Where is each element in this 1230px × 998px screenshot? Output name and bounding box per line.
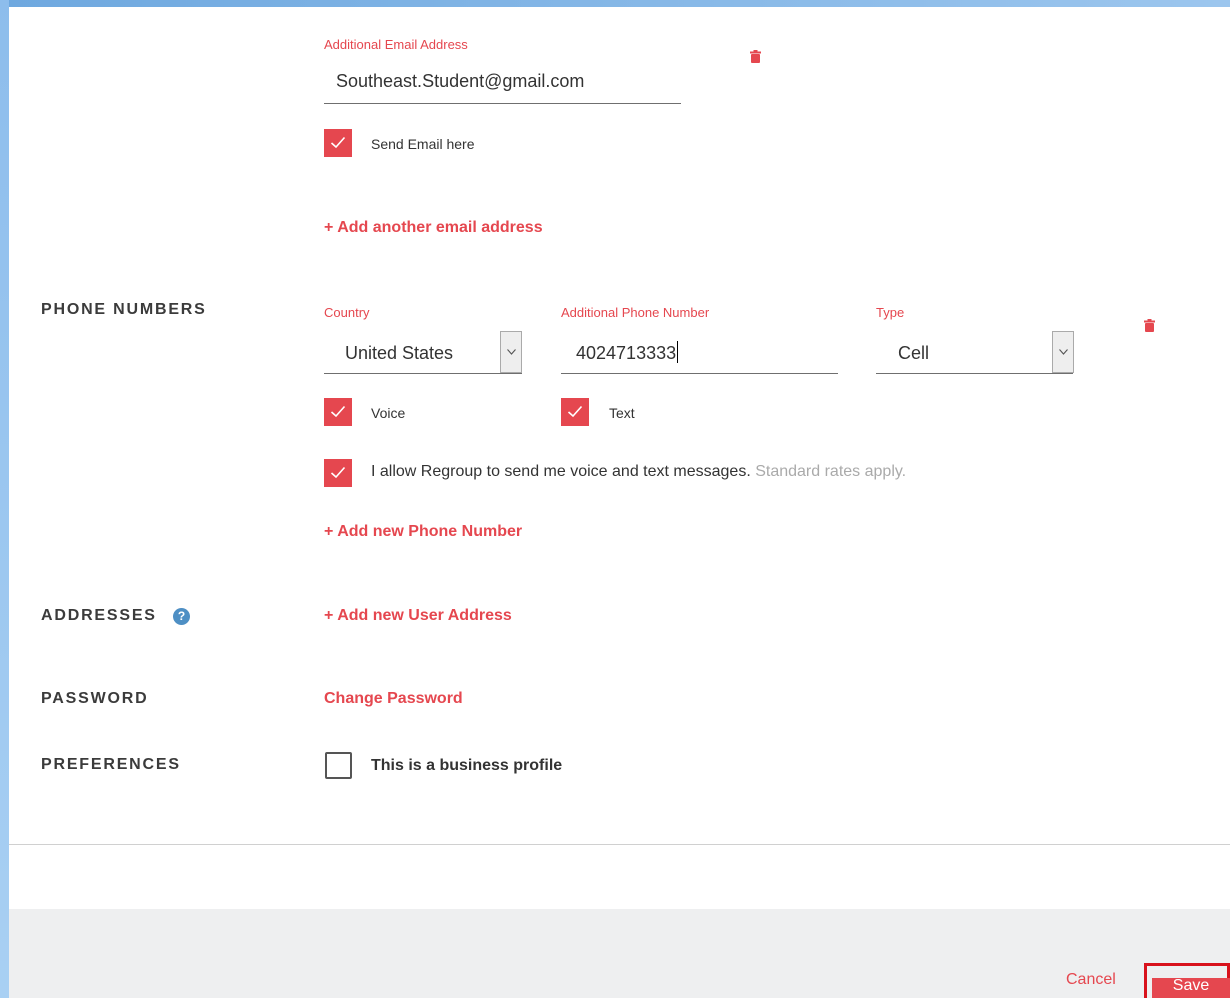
sms-consent-label: I allow Regroup to send me voice and tex… xyxy=(371,463,906,481)
country-select[interactable]: United States xyxy=(324,331,522,374)
addresses-section-title: ADDRESSES xyxy=(41,607,157,624)
question-circle-icon[interactable]: ? xyxy=(173,608,190,625)
sms-rates-note: Standard rates apply. xyxy=(755,463,907,480)
sms-consent-checkbox[interactable] xyxy=(324,459,352,487)
window-left-edge xyxy=(0,0,9,998)
country-field-label: Country xyxy=(324,305,370,320)
checkmark-icon xyxy=(567,405,583,418)
trash-icon xyxy=(750,50,761,63)
checkmark-icon xyxy=(330,405,346,418)
email-field-label: Additional Email Address xyxy=(324,37,468,52)
delete-phone-button[interactable] xyxy=(1144,319,1155,332)
send-email-checkbox[interactable] xyxy=(324,129,352,157)
add-phone-link[interactable]: + Add new Phone Number xyxy=(324,523,522,541)
cancel-button[interactable]: Cancel xyxy=(1066,971,1116,989)
chevron-down-icon xyxy=(506,349,516,355)
send-email-label: Send Email here xyxy=(371,136,475,152)
trash-icon xyxy=(1144,319,1155,332)
profile-form-card: Additional Email Address Southeast.Stude… xyxy=(9,7,1230,909)
preferences-section-title: PREFERENCES xyxy=(41,756,181,773)
password-section-title: PASSWORD xyxy=(41,690,149,707)
text-checkbox[interactable] xyxy=(561,398,589,426)
email-input[interactable]: Southeast.Student@gmail.com xyxy=(324,63,681,104)
checkmark-icon xyxy=(330,466,346,479)
change-password-link[interactable]: Change Password xyxy=(324,690,463,708)
add-address-link[interactable]: + Add new User Address xyxy=(324,607,512,625)
phone-number-value: 4024713333 xyxy=(576,341,679,363)
phone-number-field-label: Additional Phone Number xyxy=(561,305,710,320)
add-email-link[interactable]: + Add another email address xyxy=(324,219,543,237)
text-caret xyxy=(677,341,679,363)
form-divider xyxy=(9,844,1230,845)
voice-checkbox[interactable] xyxy=(324,398,352,426)
text-label: Text xyxy=(609,405,635,421)
email-input-value: Southeast.Student@gmail.com xyxy=(336,71,585,91)
phone-number-input[interactable]: 4024713333 xyxy=(561,331,838,374)
phone-type-value: Cell xyxy=(898,343,930,363)
phone-type-field-label: Type xyxy=(876,305,905,320)
save-button-label: Save xyxy=(1172,977,1210,994)
checkmark-icon xyxy=(330,136,346,149)
country-dropdown-button[interactable] xyxy=(500,331,522,373)
window-top-edge xyxy=(0,0,1230,7)
business-profile-checkbox[interactable] xyxy=(325,752,352,779)
phone-type-dropdown-button[interactable] xyxy=(1052,331,1074,373)
delete-email-button[interactable] xyxy=(750,50,761,63)
phone-section-title: PHONE NUMBERS xyxy=(41,301,207,318)
business-profile-label: This is a business profile xyxy=(371,757,563,774)
phone-type-select[interactable]: Cell xyxy=(876,331,1074,374)
chevron-down-icon xyxy=(1058,349,1068,355)
voice-label: Voice xyxy=(371,405,406,421)
save-button[interactable]: Save xyxy=(1152,977,1230,998)
sms-consent-text: I allow Regroup to send me voice and tex… xyxy=(371,463,751,480)
country-select-value: United States xyxy=(345,343,454,363)
